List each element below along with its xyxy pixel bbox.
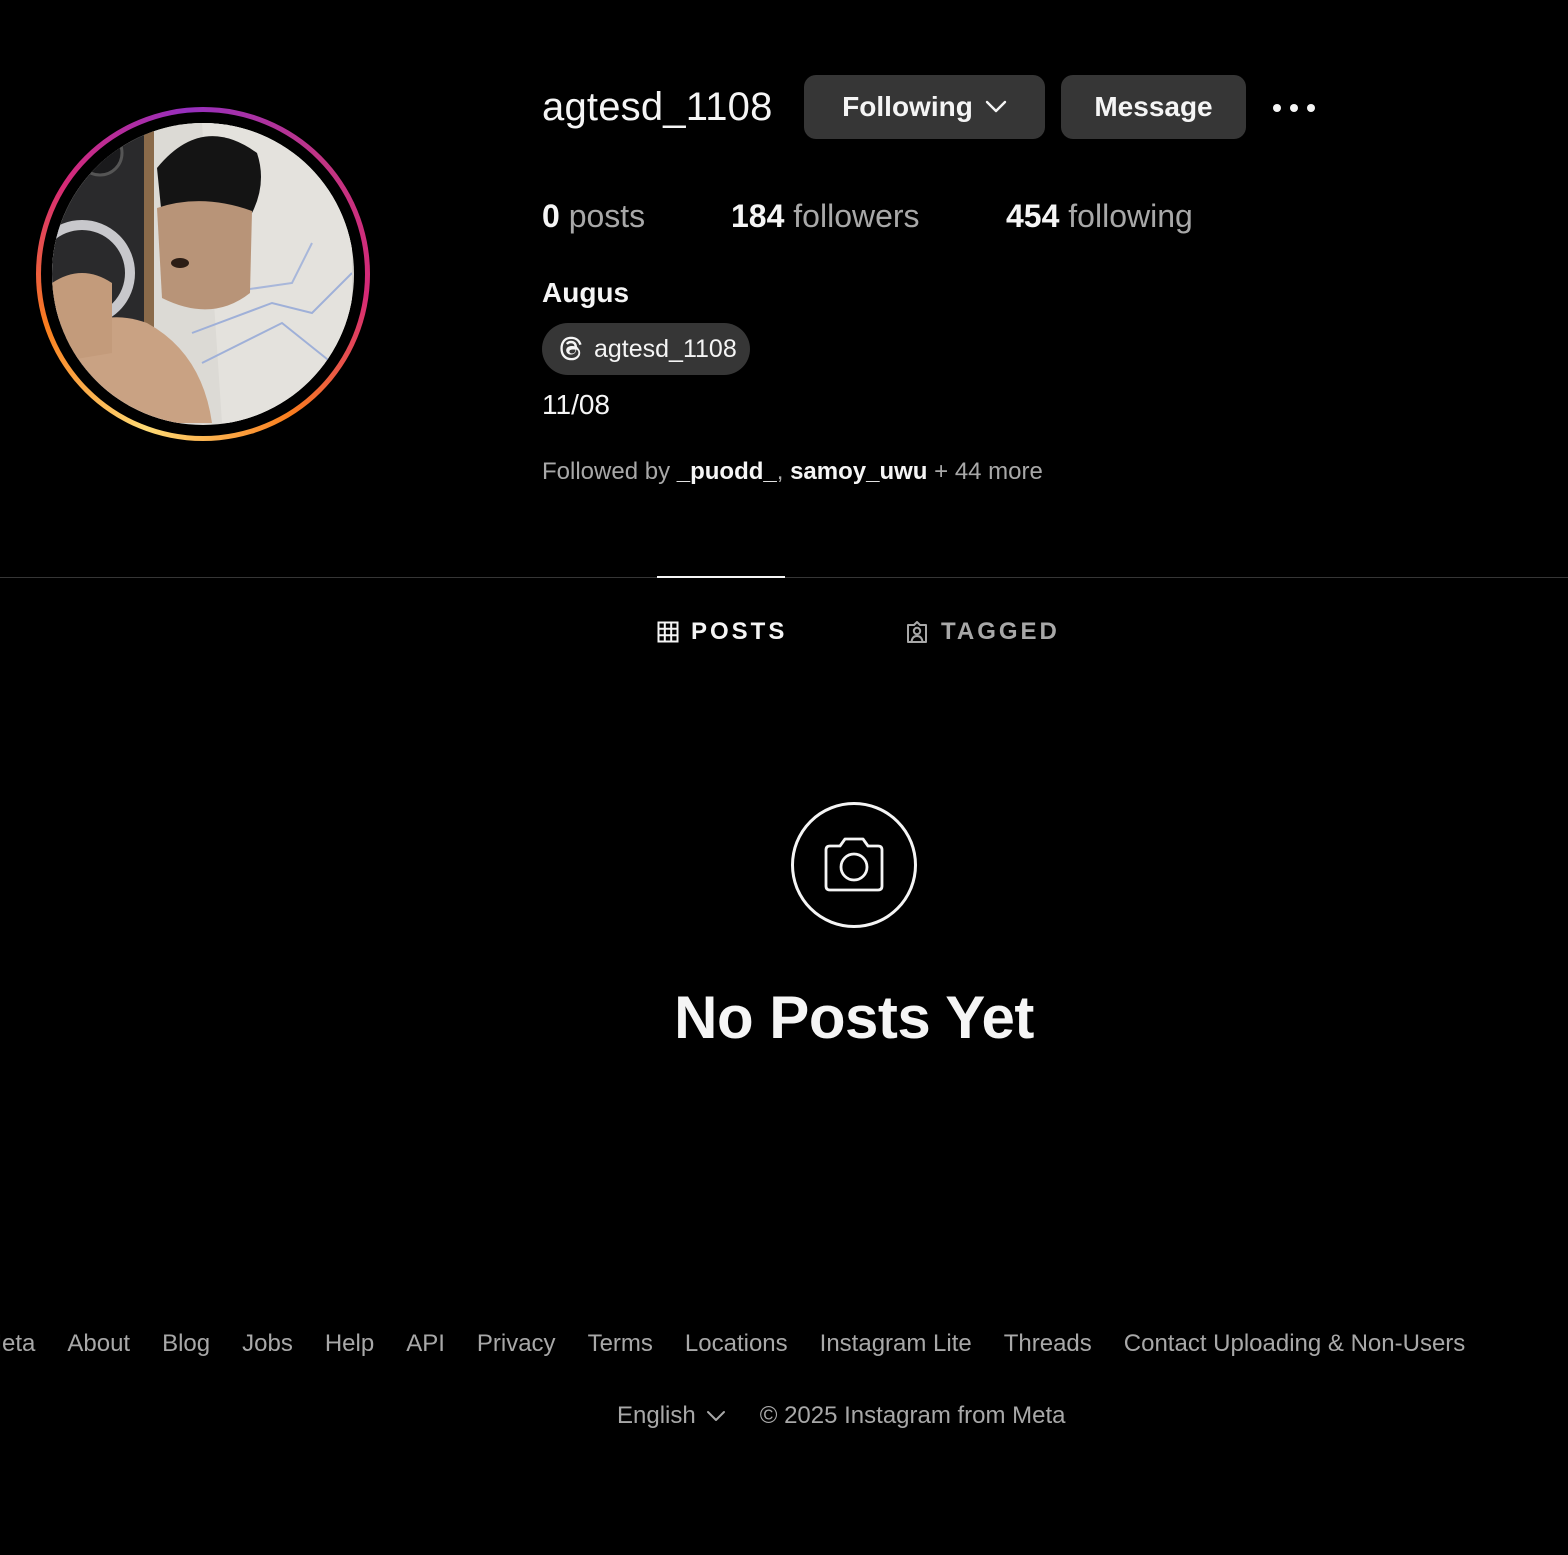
copyright: © 2025 Instagram from Meta (759, 1402, 1066, 1429)
threads-handle: agtesd_1108 (594, 334, 737, 363)
posts-count: 0 posts (542, 196, 645, 236)
footer-link-meta[interactable]: Meta (0, 1330, 35, 1362)
followed-by-more: + 44 more (927, 458, 1043, 485)
profile-avatar-ring[interactable] (36, 107, 370, 441)
empty-state-title: No Posts Yet (674, 984, 1034, 1051)
footer-link-blog[interactable]: Blog (162, 1330, 210, 1362)
language-selector[interactable]: English (617, 1402, 726, 1430)
more-options-button[interactable] (1268, 88, 1320, 128)
active-tab-indicator (657, 576, 785, 578)
following-count-value: 454 (1006, 198, 1060, 234)
footer-link-about[interactable]: About (67, 1330, 130, 1362)
followed-by-separator: , (776, 458, 791, 485)
followers-count-value: 184 (731, 198, 785, 234)
profile-bio: 11/08 (542, 389, 610, 420)
footer-bottom: English © 2025 Instagram from Meta (617, 1400, 1066, 1432)
avatar (52, 123, 354, 425)
following-button[interactable]: Following (804, 75, 1045, 139)
footer-link-privacy[interactable]: Privacy (477, 1330, 556, 1362)
profile-username: agtesd_1108 (542, 85, 773, 129)
posts-count-value: 0 (542, 198, 560, 234)
footer-link-api[interactable]: API (406, 1330, 445, 1362)
following-count-label: following (1068, 198, 1193, 234)
tab-tagged-label: TAGGED (941, 618, 1060, 645)
following-button-label: Following (842, 91, 973, 122)
chevron-down-icon (706, 1411, 725, 1421)
tab-posts-label: POSTS (691, 618, 788, 645)
language-label: English (617, 1402, 696, 1429)
followers-count-label: followers (793, 198, 920, 234)
footer-link-help[interactable]: Help (325, 1330, 374, 1362)
tagged-icon (907, 621, 927, 643)
tab-posts[interactable]: POSTS (657, 612, 787, 652)
followed-by[interactable]: Followed by _puodd_, samoy_uwu + 44 more (542, 456, 1043, 488)
message-button-label: Message (1094, 91, 1213, 122)
footer-link-terms[interactable]: Terms (588, 1330, 653, 1362)
following-link[interactable]: 454 following (1006, 196, 1193, 236)
footer-links: Meta About Blog Jobs Help API Privacy Te… (0, 1330, 1465, 1362)
followers-link[interactable]: 184 followers (731, 196, 920, 236)
posts-count-label: posts (568, 198, 646, 234)
footer-link-locations[interactable]: Locations (685, 1330, 788, 1362)
avatar-inner (41, 112, 365, 436)
camera-icon (824, 837, 884, 892)
camera-circle (791, 802, 917, 928)
more-icon (1273, 104, 1315, 112)
threads-badge[interactable]: agtesd_1108 (542, 323, 750, 375)
message-button[interactable]: Message (1061, 75, 1246, 139)
chevron-down-icon (985, 100, 1007, 113)
followed-by-prefix: Followed by (542, 458, 677, 485)
footer-link-jobs[interactable]: Jobs (242, 1330, 293, 1362)
profile-full-name: Augus (542, 277, 630, 308)
tab-tagged[interactable]: TAGGED (905, 612, 1060, 652)
threads-icon (560, 336, 582, 361)
followed-by-user-2[interactable]: samoy_uwu (790, 458, 927, 485)
footer-link-instagram-lite[interactable]: Instagram Lite (820, 1330, 972, 1362)
footer-link-contact-uploading[interactable]: Contact Uploading & Non-Users (1124, 1330, 1466, 1362)
grid-icon (657, 621, 679, 643)
footer-link-threads[interactable]: Threads (1004, 1330, 1092, 1362)
followed-by-user-1[interactable]: _puodd_ (677, 458, 777, 485)
avatar-photo-illustration (52, 123, 352, 423)
